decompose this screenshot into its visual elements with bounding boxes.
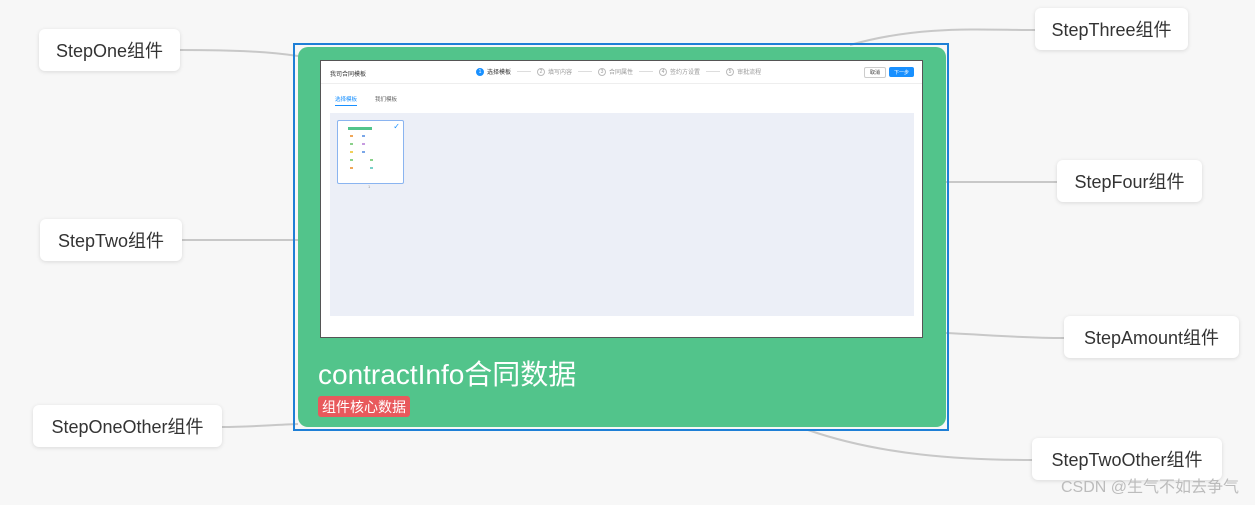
step-label: 合同属性 <box>609 70 634 76</box>
link-step-one-other <box>221 423 299 428</box>
check-icon: ✓ <box>393 122 400 131</box>
tab-select-template: 选择模板 <box>335 95 358 106</box>
tab-our-templates: 我们模板 <box>375 97 398 103</box>
core-data-badge: 组件核心数据 <box>318 396 410 417</box>
link-step-amount <box>945 332 1065 339</box>
step-2: 2 填写内容 <box>537 67 572 76</box>
step-4: 4 签约方设置 <box>659 67 700 76</box>
step-number: 4 <box>659 67 668 76</box>
step-number: 3 <box>598 67 607 76</box>
step-1: 1 选择模板 <box>476 67 511 76</box>
step-label: 审批流程 <box>737 70 762 76</box>
template-header-bar <box>348 127 372 130</box>
step-3: 3 合同属性 <box>598 67 633 76</box>
node-step-three[interactable]: StepThree组件 <box>1035 8 1188 50</box>
template-index: 1 <box>368 184 371 189</box>
link-step-two-other <box>807 429 1033 461</box>
step-label: 填写内容 <box>548 70 573 76</box>
step-label: 签约方设置 <box>670 70 701 76</box>
next-step-button: 下一步 <box>889 67 914 77</box>
node-step-four[interactable]: StepFour组件 <box>1057 160 1202 202</box>
contract-screenshot: 我司合同模板 1 选择模板 2 填写内容 3 合同属性 4 签约方设置 5 审批… <box>320 60 923 338</box>
step-number: 1 <box>476 67 484 76</box>
step-label: 选择模板 <box>487 70 512 76</box>
screenshot-tabs: 选择模板 我们模板 <box>335 95 397 106</box>
cancel-button: 取消 <box>864 67 886 78</box>
step-number: 5 <box>726 67 735 76</box>
template-list-area: ✓ 1 <box>330 113 914 316</box>
template-thumbnail: ✓ <box>337 120 404 184</box>
node-step-amount[interactable]: StepAmount组件 <box>1064 316 1239 358</box>
watermark: CSDN @生气不如去争气 <box>1060 479 1239 496</box>
steps-bar: 1 选择模板 2 填写内容 3 合同属性 4 签约方设置 5 审批流程 <box>476 67 761 76</box>
link-step-one <box>179 49 299 57</box>
node-step-two[interactable]: StepTwo组件 <box>40 219 182 261</box>
step-number: 2 <box>537 67 546 76</box>
node-step-one[interactable]: StepOne组件 <box>39 29 180 71</box>
center-title: contractInfo合同数据 <box>318 359 577 390</box>
screenshot-title: 我司合同模板 <box>330 72 367 78</box>
node-step-one-other[interactable]: StepOneOther组件 <box>33 405 222 447</box>
screenshot-header: 我司合同模板 1 选择模板 2 填写内容 3 合同属性 4 签约方设置 5 审批… <box>321 61 922 84</box>
step-5: 5 审批流程 <box>726 67 761 76</box>
